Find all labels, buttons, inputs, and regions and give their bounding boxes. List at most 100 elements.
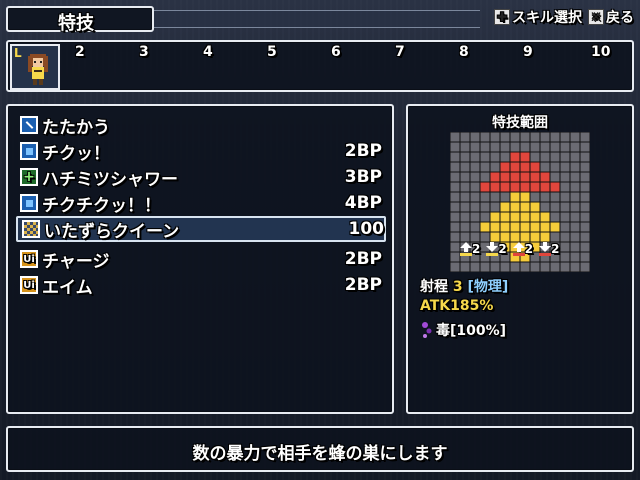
grid-cell [500,232,510,242]
green-cross-icon [20,168,38,186]
skill-row-honey-shower[interactable]: ハチミツシャワー 3BP [20,164,382,190]
grid-cell [520,152,530,162]
grid-cell [570,132,580,142]
grid-cell [520,182,530,192]
grid-cell [470,222,480,232]
grid-cell [460,192,470,202]
hint-select-label: スキル選択 [512,10,582,26]
grid-cell [510,232,520,242]
grid-cell [460,212,470,222]
effect-item: 2 [512,242,533,256]
grid-cell [580,182,590,192]
grid-cell [540,212,550,222]
skill-name: ハチミツシャワー [42,169,178,190]
skill-row-aim[interactable]: Ui エイム 2BP [20,272,382,298]
skill-name: チャージ [42,251,110,272]
skill-cost: 2BP [344,249,382,269]
skill-name: いたずらクイーン [44,221,180,242]
grid-cell [520,132,530,142]
grid-cell [560,172,570,182]
grid-cell [460,262,470,272]
grid-cell [530,182,540,192]
effect-item: 2 [486,242,507,256]
grid-cell [540,202,550,212]
range-title: 特技範囲 [492,115,548,131]
skill-cost: 2BP [344,275,382,295]
grid-cell [480,222,490,232]
page-title: 特技 [58,13,94,34]
checker-icon [22,220,40,238]
range-label: 射程 [420,279,448,295]
grid-cell [470,212,480,222]
grid-cell [500,162,510,172]
skill-row-charge[interactable]: Ui チャージ 2BP [20,246,382,272]
party-slot-4[interactable]: 4 [203,44,213,60]
grid-cell [450,242,460,252]
grid-cell [450,262,460,272]
party-slot-6[interactable]: 6 [331,44,341,60]
x-button-icon[interactable]: ✕ [588,9,604,25]
grid-cell [550,202,560,212]
effect-item: 2 [460,242,480,256]
grid-cell [580,132,590,142]
grid-cell [550,192,560,202]
grid-cell [520,192,530,202]
grid-cell [520,162,530,172]
down-arrow-icon [539,242,552,256]
grid-cell [560,132,570,142]
grid-cell [480,212,490,222]
skill-row-chikuchiku[interactable]: チクチクッ！！ 4BP [20,190,382,216]
party-strip: L 2 3 4 5 6 7 8 9 10 [6,40,634,92]
party-slot-8[interactable]: 8 [459,44,469,60]
party-slot-3[interactable]: 3 [139,44,149,60]
blue-square-icon [20,194,38,212]
grid-cell [460,132,470,142]
grid-cell [570,192,580,202]
grid-cell [450,132,460,142]
poison-icon [422,322,432,338]
party-slot-10[interactable]: 10 [591,44,610,60]
grid-cell [560,162,570,172]
grid-cell [580,142,590,152]
skill-row-attack[interactable]: たたかう [20,112,382,138]
grid-cell [450,222,460,232]
party-slot-9[interactable]: 9 [523,44,533,60]
grid-cell [530,232,540,242]
grid-cell [530,142,540,152]
grid-cell [530,152,540,162]
grid-cell [480,162,490,172]
grid-cell [570,202,580,212]
grid-cell [520,222,530,232]
hint-back-label[interactable]: 戻る [606,7,634,27]
effect-value: 2 [498,242,507,256]
grid-cell [490,262,500,272]
skill-name: チクチクッ！！ [42,195,161,216]
grid-cell [480,182,490,192]
party-slot-5[interactable]: 5 [267,44,277,60]
skill-cost: 2BP [344,141,382,161]
grid-cell [470,162,480,172]
grid-cell [490,222,500,232]
skill-row-chiku[interactable]: チクッ！ 2BP [20,138,382,164]
grid-cell [550,132,560,142]
grid-cell [550,172,560,182]
grid-cell [570,242,580,252]
grid-cell [530,192,540,202]
grid-cell [510,202,520,212]
grid-cell [470,232,480,242]
grid-cell [460,202,470,212]
grid-cell [550,222,560,232]
grid-cell [560,142,570,152]
skill-row-itazura-queen[interactable]: いたずらクイーン 100 [16,216,386,242]
grid-cell [450,162,460,172]
grid-cell [570,162,580,172]
party-slot-1[interactable]: L [10,44,60,90]
grid-cell [460,162,470,172]
range-info: 射程 3 [物理] [420,276,508,296]
grid-cell [540,222,550,232]
button-hints: ✚ スキル選択 ✕ 戻る [494,7,634,27]
party-slot-2[interactable]: 2 [75,44,85,60]
party-slot-7[interactable]: 7 [395,44,405,60]
grid-cell [490,152,500,162]
skill-name: エイム [42,277,93,298]
